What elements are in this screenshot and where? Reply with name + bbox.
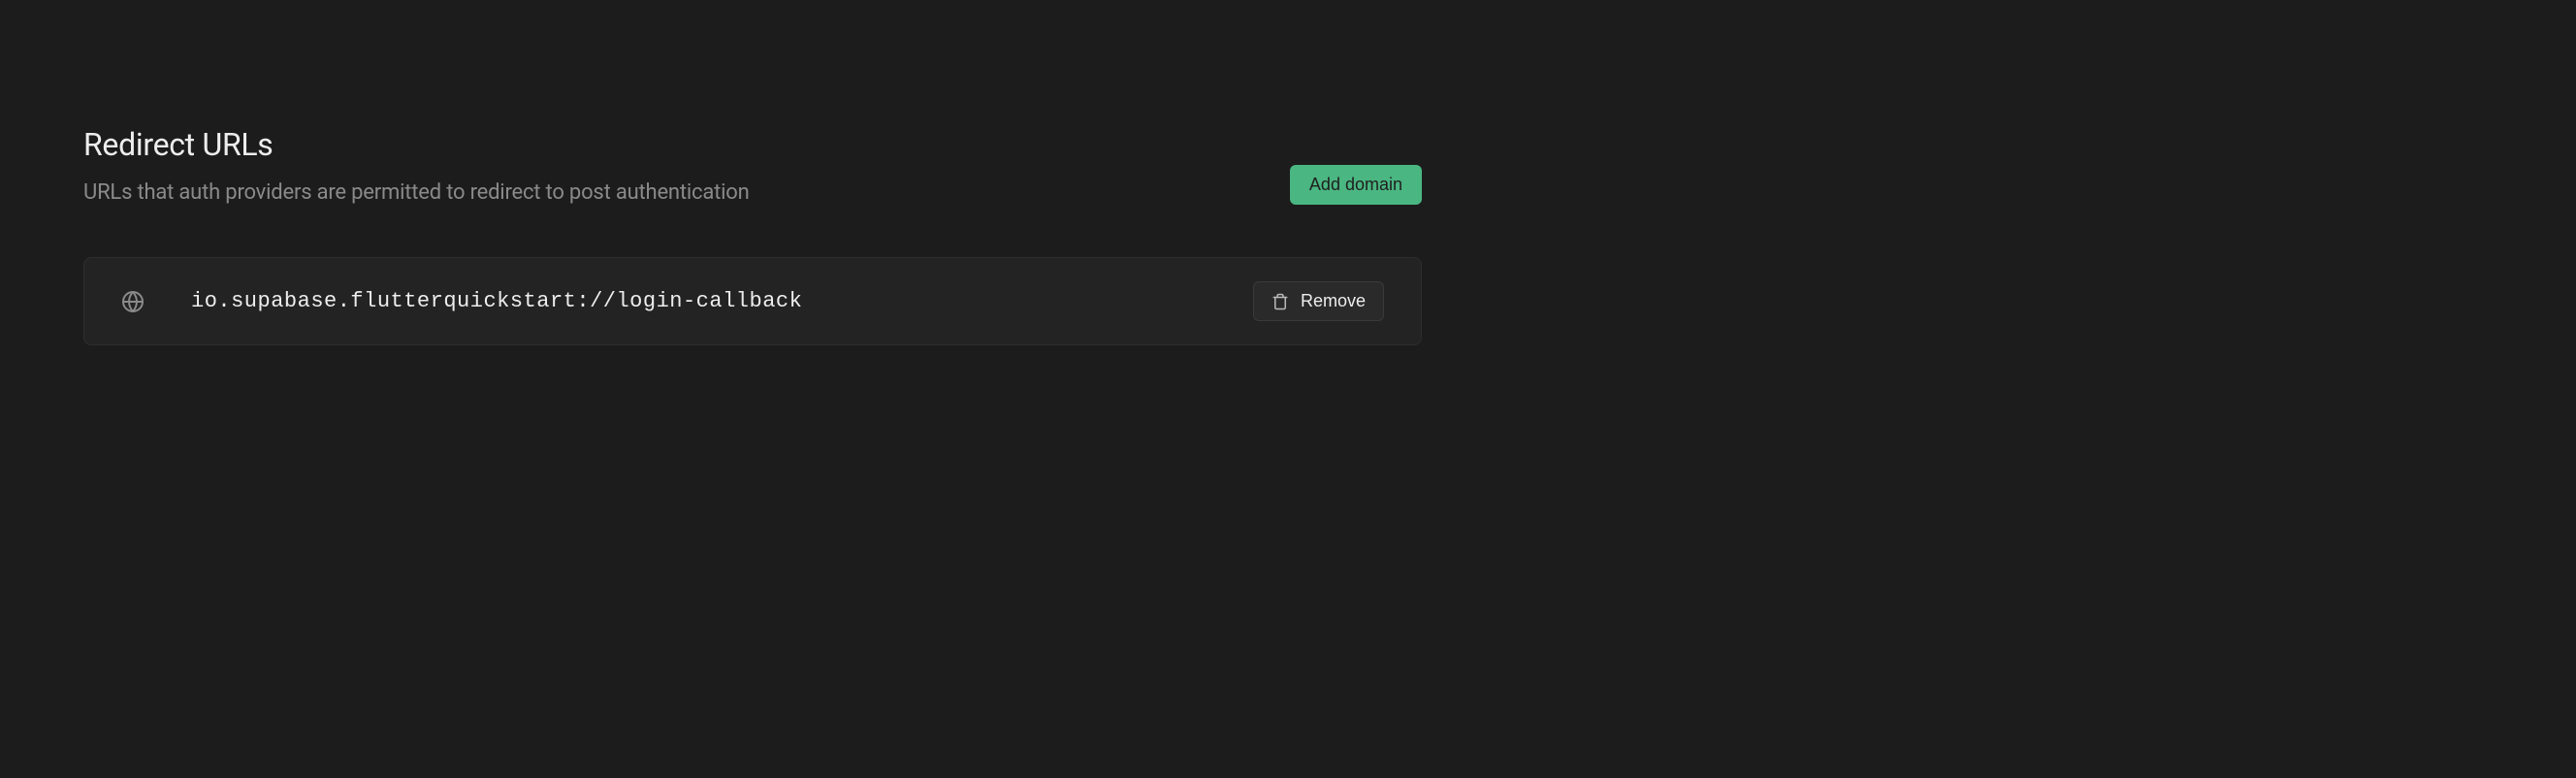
trash-icon — [1272, 293, 1289, 310]
section-header: Redirect URLs URLs that auth providers a… — [83, 126, 1422, 205]
section-description: URLs that auth providers are permitted t… — [83, 180, 1290, 205]
url-left-group: io.supabase.flutterquickstart://login-ca… — [121, 289, 802, 313]
remove-url-button[interactable]: Remove — [1253, 281, 1384, 321]
redirect-url-value: io.supabase.flutterquickstart://login-ca… — [191, 289, 802, 313]
redirect-url-row: io.supabase.flutterquickstart://login-ca… — [83, 257, 1422, 345]
add-domain-button[interactable]: Add domain — [1290, 165, 1422, 205]
add-domain-label: Add domain — [1309, 175, 1402, 194]
section-title: Redirect URLs — [83, 126, 1290, 163]
globe-icon — [121, 290, 145, 313]
header-text-block: Redirect URLs URLs that auth providers a… — [83, 126, 1290, 205]
remove-button-label: Remove — [1301, 291, 1366, 311]
